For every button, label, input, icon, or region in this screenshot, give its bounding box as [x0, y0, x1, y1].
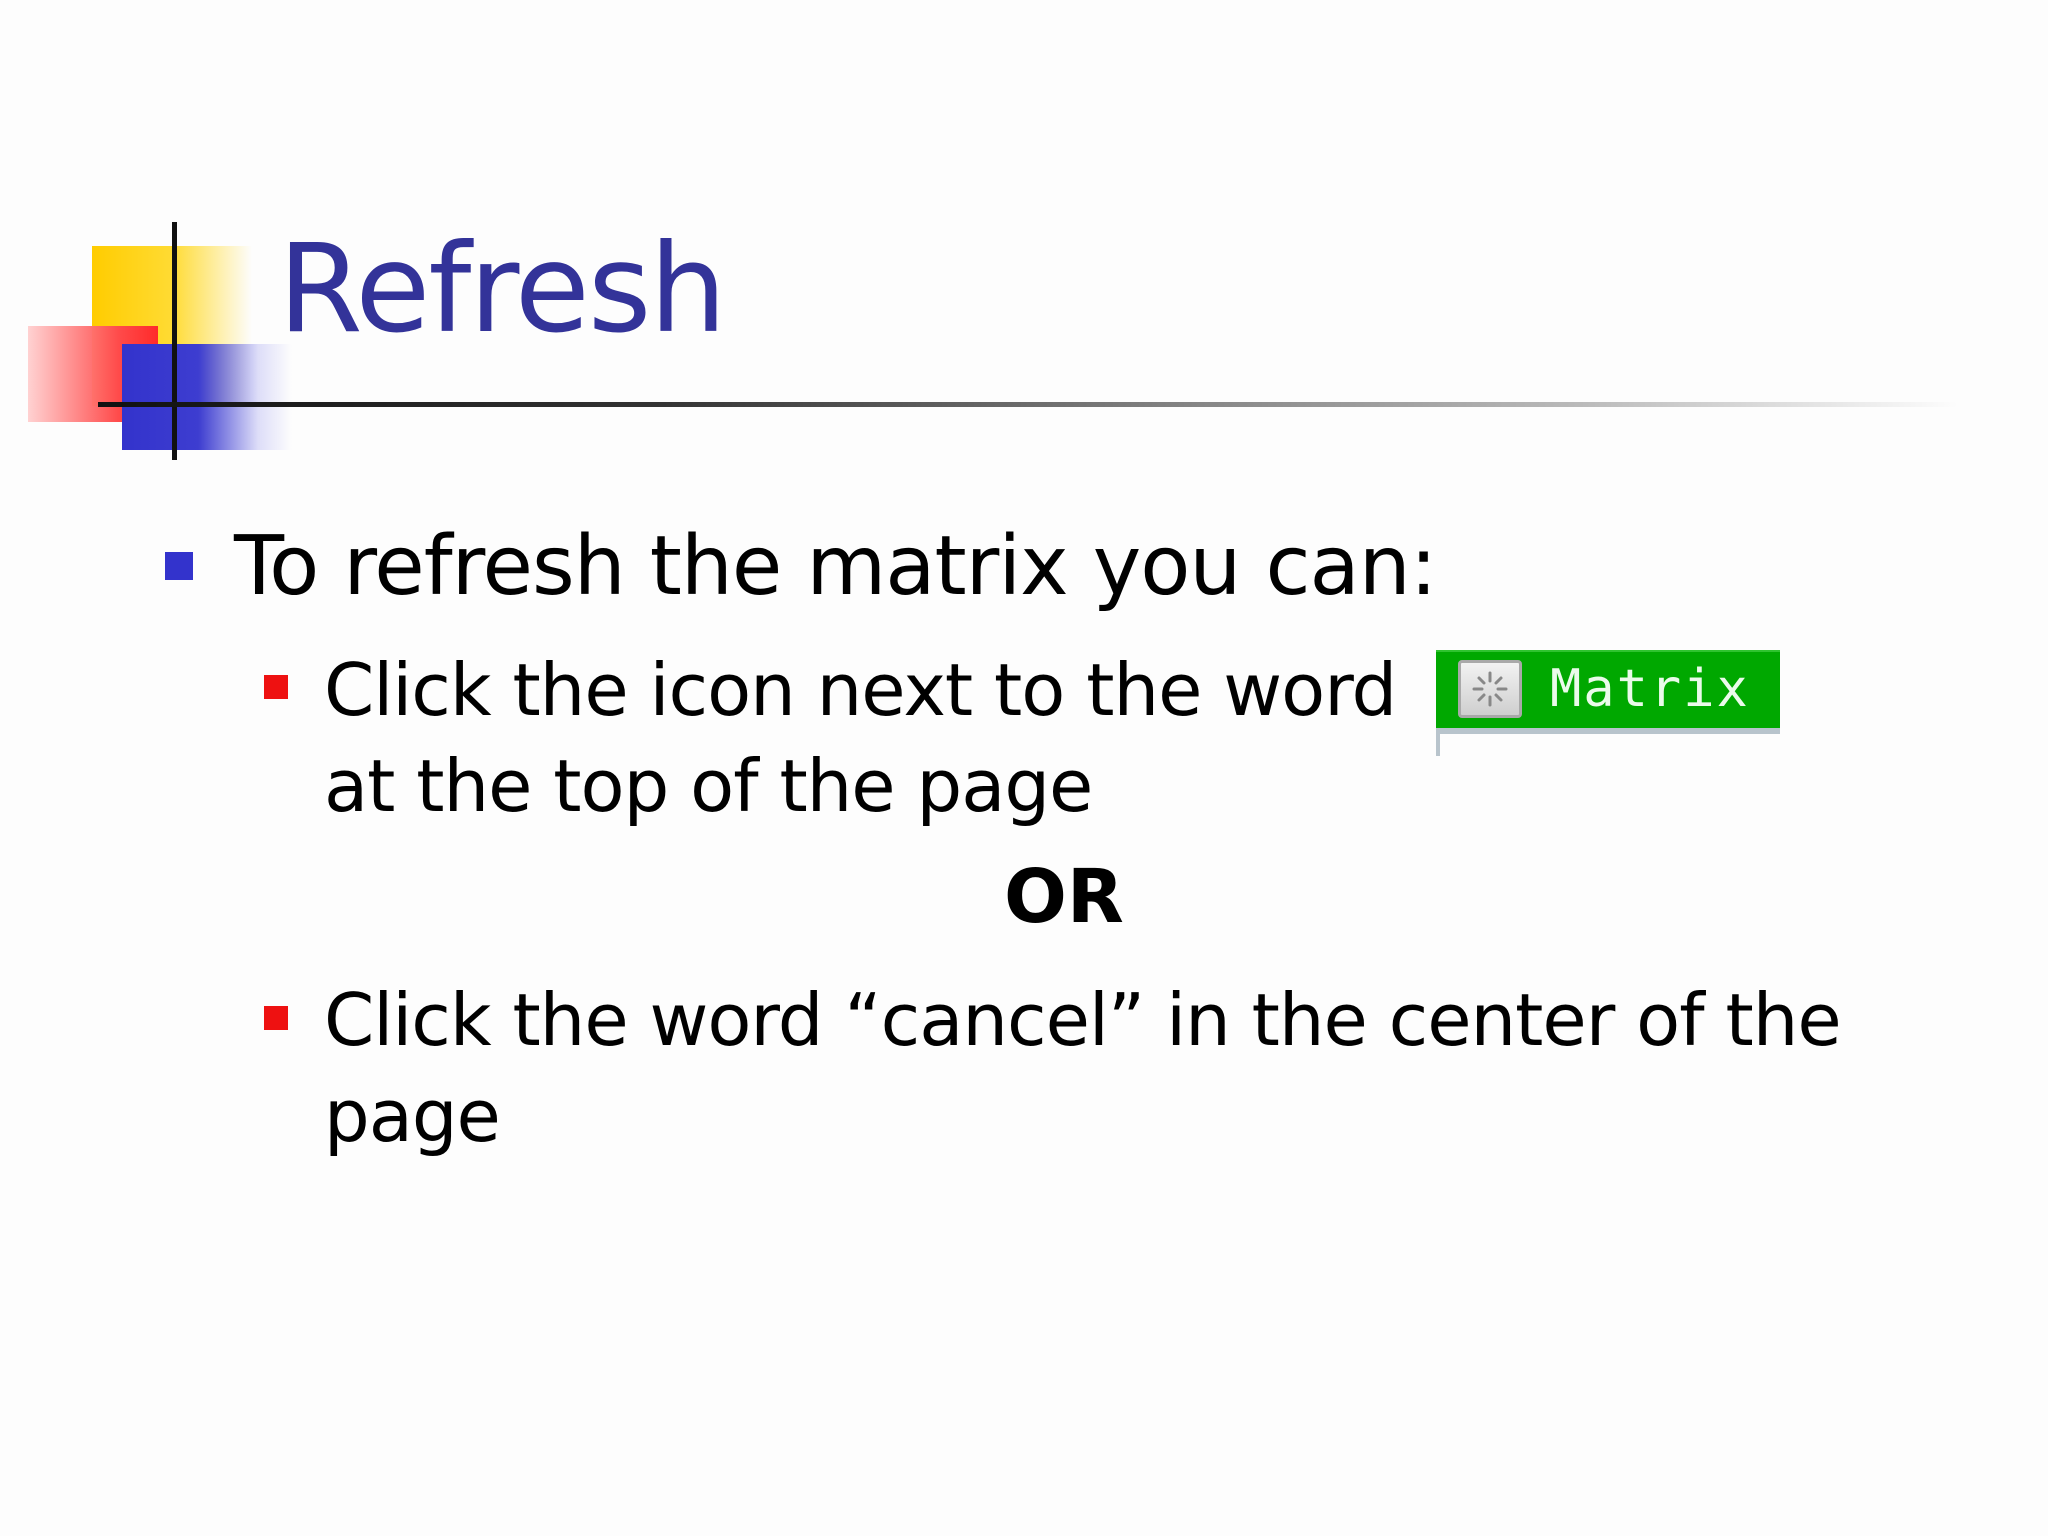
sub-bullet-2-line-1: Click the word “cancel” in the center of… — [324, 978, 1842, 1062]
title-decoration-blue-square — [122, 344, 292, 450]
sub-bullet-2-line-2: page — [324, 1074, 501, 1158]
refresh-icon — [1458, 660, 1522, 718]
sub-bullet-square-icon — [264, 675, 288, 699]
matrix-label: Matrix — [1550, 659, 1750, 719]
title-underline — [98, 402, 1958, 407]
slide: Refresh To refresh the matrix you can: C… — [0, 0, 2048, 1536]
bullet-square-icon — [165, 552, 193, 580]
or-separator: OR — [1004, 854, 1124, 940]
matrix-bar-shadow — [1436, 728, 1780, 734]
slide-title: Refresh — [278, 218, 727, 360]
matrix-button-screenshot: Matrix — [1436, 650, 1782, 760]
sub-bullet-square-icon — [264, 1006, 288, 1030]
main-bullet-text: To refresh the matrix you can: — [234, 519, 1437, 614]
matrix-bar-edge — [1436, 734, 1440, 756]
title-decoration-vertical-line — [172, 222, 177, 460]
matrix-header-bar: Matrix — [1436, 650, 1780, 728]
sub-bullet-text-2: Click the word “cancel” in the center of… — [324, 972, 1884, 1164]
